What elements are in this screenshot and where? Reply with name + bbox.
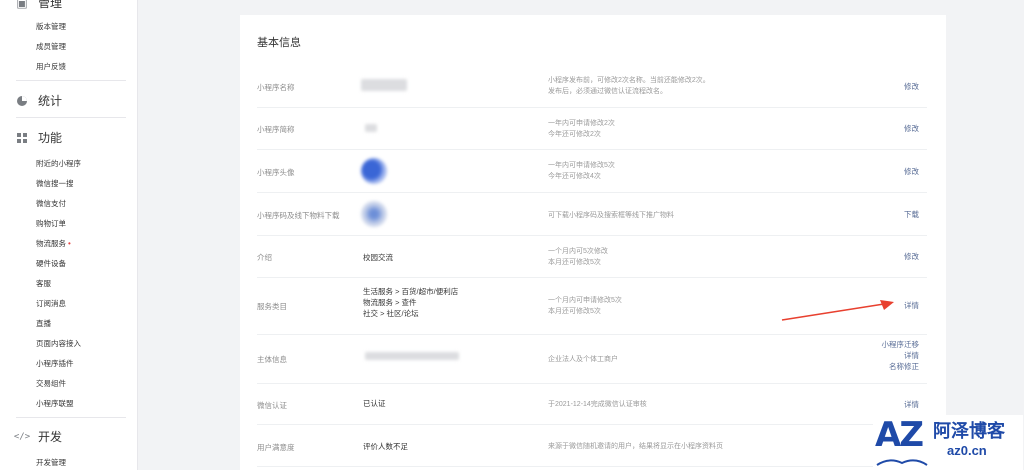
row-note: 来源于微信随机邀请的用户，结果将显示在小程序资料页 xyxy=(548,443,723,450)
row-label: 主体信息 xyxy=(257,355,287,364)
info-row-verify: 微信认证 已认证 于2021-12-14完成微信认证审核 详情 xyxy=(257,384,927,425)
category-item: 生活服务 > 百货/超市/便利店 xyxy=(363,287,459,296)
sidebar-group-label: 开发 xyxy=(38,430,63,444)
info-row-entity: 主体信息 企业法人及个体工商户 小程序迁移 详情 名称修正 xyxy=(257,335,927,384)
watermark-name: 阿泽博客 xyxy=(933,421,1005,441)
redacted-value xyxy=(365,124,377,132)
row-label: 介绍 xyxy=(257,253,272,262)
sidebar-item-version[interactable]: 版本管理 xyxy=(36,21,66,32)
row-value: 校园交流 xyxy=(363,253,393,262)
sidebar-item-union[interactable]: 小程序联盟 xyxy=(36,398,74,409)
notification-dot: • xyxy=(68,239,71,248)
sidebar-item-page-access[interactable]: 页面内容接入 xyxy=(36,338,81,349)
row-label: 用户满意度 xyxy=(257,443,295,452)
info-row-avatar: 小程序头像 一年内可申请修改5次 今年还可修改4次 修改 xyxy=(257,150,927,193)
sidebar-item-trade[interactable]: 交易组件 xyxy=(36,378,66,389)
sidebar-item-subscribe[interactable]: 订阅消息 xyxy=(36,298,66,309)
az-logo-mark: AZ xyxy=(875,415,924,455)
sidebar-item-feedback[interactable]: 用户反馈 xyxy=(36,61,66,72)
sidebar-item-plugins[interactable]: 小程序插件 xyxy=(36,358,74,369)
watermark-logo: AZ 阿泽博客 az0.cn xyxy=(873,415,1023,470)
sidebar-group-features[interactable]: 功能 xyxy=(16,129,62,146)
sidebar-item-logistics[interactable]: 物流服务 • xyxy=(36,238,71,249)
row-note: 小程序发布前，可修改2次名称。当前还能修改2次。 发布后，必须通过微信认证流程改名… xyxy=(548,77,710,95)
redacted-value xyxy=(361,79,407,91)
row-label: 小程序头像 xyxy=(257,168,295,177)
download-link[interactable]: 下载 xyxy=(904,209,919,220)
category-item: 社交 > 社区/论坛 xyxy=(363,309,419,318)
migrate-link[interactable]: 小程序迁移 xyxy=(882,339,920,350)
category-details-link[interactable]: 详情 xyxy=(904,300,919,311)
sidebar-divider xyxy=(16,117,126,118)
sidebar-group-stats[interactable]: 统计 xyxy=(16,92,62,109)
info-row-short-name: 小程序简称 一年内可申请修改2次 今年还可修改2次 修改 xyxy=(257,108,927,150)
name-correction-link[interactable]: 名称修正 xyxy=(882,361,919,372)
category-list: 生活服务 > 百货/超市/便利店 物流服务 > 查件 社交 > 社区/论坛 xyxy=(363,286,458,319)
edit-short-name-link[interactable]: 修改 xyxy=(904,123,919,134)
code-icon: </> xyxy=(13,431,31,442)
sidebar-item-dev-manage[interactable]: 开发管理 xyxy=(36,457,66,468)
watermark-url: az0.cn xyxy=(947,443,987,458)
sidebar-group-dev[interactable]: </> 开发 xyxy=(13,428,63,445)
row-value: 评价人数不足 xyxy=(363,442,408,451)
row-label: 小程序码及线下物料下载 xyxy=(257,211,340,220)
row-label: 微信认证 xyxy=(257,401,287,410)
row-note: 一个月内可申请修改5次 本月还可修改5次 xyxy=(548,297,622,315)
pie-chart-icon xyxy=(16,95,28,107)
row-note: 企业法人及个体工商户 xyxy=(548,356,618,363)
row-value: 已认证 xyxy=(363,399,386,408)
redacted-value xyxy=(365,352,459,360)
sidebar-item-orders[interactable]: 购物订单 xyxy=(36,218,66,229)
info-row-name: 小程序名称 小程序发布前，可修改2次名称。当前还能修改2次。 发布后，必须通过微信… xyxy=(257,65,927,108)
row-note: 一年内可申请修改2次 今年还可修改2次 xyxy=(548,120,615,138)
book-icon xyxy=(876,459,928,466)
row-label: 服务类目 xyxy=(257,302,287,311)
grid-icon xyxy=(16,132,28,144)
sidebar-divider xyxy=(16,80,126,81)
sidebar-item-live[interactable]: 直播 xyxy=(36,318,51,329)
sidebar-group-label: 功能 xyxy=(38,131,63,145)
sidebar-group-manage[interactable]: ▣ 管理 xyxy=(16,0,62,11)
basic-info-card: 基本信息 小程序名称 小程序发布前，可修改2次名称。当前还能修改2次。 发布后，必… xyxy=(240,15,946,470)
qrcode-thumbnail xyxy=(361,201,387,227)
manage-icon: ▣ xyxy=(16,0,28,10)
row-note: 于2021-12-14完成微信认证审核 xyxy=(548,401,647,408)
avatar xyxy=(361,158,387,184)
sidebar-item-nearby[interactable]: 附近的小程序 xyxy=(36,158,81,169)
edit-intro-link[interactable]: 修改 xyxy=(904,251,919,262)
info-row-qrcode: 小程序码及线下物料下载 可下载小程序码及搜索框等线下推广物料 下载 xyxy=(257,193,927,236)
entity-actions: 小程序迁移 详情 名称修正 xyxy=(882,339,920,372)
info-row-rating: 用户满意度 评价人数不足 来源于微信随机邀请的用户，结果将显示在小程序资料页 xyxy=(257,425,927,467)
category-item: 物流服务 > 查件 xyxy=(363,298,417,307)
sidebar-group-label: 统计 xyxy=(38,94,63,108)
row-note: 一年内可申请修改5次 今年还可修改4次 xyxy=(548,162,615,180)
row-note: 可下载小程序码及搜索框等线下推广物料 xyxy=(548,212,674,219)
sidebar-divider xyxy=(16,417,126,418)
row-note: 一个月内可5次修改 本月还可修改5次 xyxy=(548,248,608,266)
sidebar-item-pay[interactable]: 微信支付 xyxy=(36,198,66,209)
sidebar-item-hardware[interactable]: 硬件设备 xyxy=(36,258,66,269)
entity-details-link[interactable]: 详情 xyxy=(882,350,919,361)
verify-details-link[interactable]: 详情 xyxy=(904,399,919,410)
sidebar: ▣ 管理 版本管理 成员管理 用户反馈 统计 功能 附近的小程序 微信搜一搜 微… xyxy=(0,0,138,470)
info-row-intro: 介绍 校园交流 一个月内可5次修改 本月还可修改5次 修改 xyxy=(257,236,927,278)
sidebar-item-label: 物流服务 xyxy=(36,239,66,248)
edit-avatar-link[interactable]: 修改 xyxy=(904,166,919,177)
sidebar-group-label: 管理 xyxy=(38,0,63,10)
sidebar-item-service[interactable]: 客服 xyxy=(36,278,51,289)
edit-name-link[interactable]: 修改 xyxy=(904,81,919,92)
sidebar-item-search[interactable]: 微信搜一搜 xyxy=(36,178,74,189)
page-title: 基本信息 xyxy=(257,37,301,49)
row-label: 小程序名称 xyxy=(257,83,295,92)
sidebar-item-members[interactable]: 成员管理 xyxy=(36,41,66,52)
row-label: 小程序简称 xyxy=(257,125,295,134)
annotation-arrow xyxy=(781,300,894,321)
